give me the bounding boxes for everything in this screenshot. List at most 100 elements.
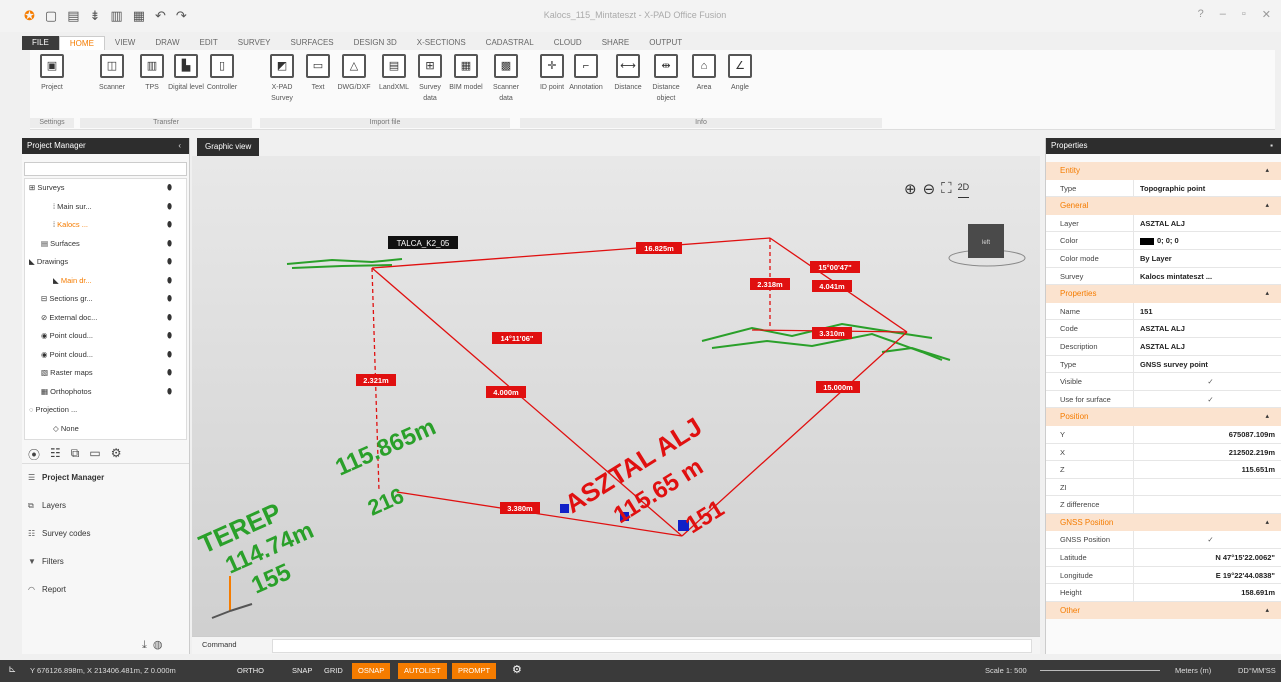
tree-item[interactable]: ⁞ Main sur... ⬮: [25, 198, 186, 217]
toggle-snap[interactable]: SNAP: [286, 663, 318, 679]
help-button[interactable]: ?: [1198, 8, 1204, 21]
tab-graphic-view[interactable]: Graphic view: [197, 138, 260, 156]
toggle-autolist[interactable]: AUTOLIST: [398, 663, 447, 679]
command-input[interactable]: [272, 639, 1032, 653]
property-value[interactable]: GNSS survey point: [1134, 356, 1281, 373]
landxml-button[interactable]: ▤ LandXML: [376, 54, 412, 92]
scanner-data-button[interactable]: ▩ Scanner data: [488, 54, 524, 103]
digital-level-button[interactable]: ▙ Digital level: [168, 54, 204, 92]
annotation-button[interactable]: ⌐ Annotation: [568, 54, 604, 92]
property-value[interactable]: 115.651m: [1134, 461, 1281, 478]
zoom-extents-icon[interactable]: ⛶: [941, 180, 952, 198]
panel-nav-project-manager[interactable]: ☰ Project Manager: [22, 464, 189, 492]
property-value[interactable]: 212502.219m: [1134, 444, 1281, 461]
minimize-button[interactable]: –: [1220, 8, 1226, 21]
list-icon[interactable]: ☷: [50, 446, 61, 460]
tab-cadastral[interactable]: CADASTRAL: [476, 36, 544, 50]
chat-icon[interactable]: ▭: [89, 446, 100, 460]
tab-surfaces[interactable]: SURFACES: [281, 36, 344, 50]
pin-icon[interactable]: ⬮: [167, 327, 172, 346]
tab-home[interactable]: HOME: [58, 36, 105, 50]
property-value[interactable]: 675087.109m: [1134, 426, 1281, 443]
layout-icon[interactable]: ▦: [133, 8, 145, 24]
text-button[interactable]: ▭ Text: [300, 54, 336, 92]
toggle-grid[interactable]: GRID: [318, 663, 349, 679]
copy-icon[interactable]: ⧉: [71, 446, 80, 460]
close-button[interactable]: ✕: [1262, 8, 1271, 21]
property-section-header[interactable]: Properties: [1046, 285, 1281, 303]
scale-slider[interactable]: [1040, 670, 1160, 671]
view-2d-button[interactable]: 2D: [957, 180, 970, 198]
toggle-osnap[interactable]: OSNAP: [352, 663, 391, 679]
property-value[interactable]: E 19°22'44.0838": [1134, 567, 1281, 584]
property-section-header[interactable]: Entity: [1046, 162, 1281, 180]
tab-cloud[interactable]: CLOUD: [544, 36, 592, 50]
tree-item[interactable]: ◇ None: [25, 420, 186, 439]
property-section-header[interactable]: Other: [1046, 601, 1281, 620]
tree-item[interactable]: ◌ Projection ...: [25, 401, 186, 420]
controller-button[interactable]: ▯ Controller: [204, 54, 240, 92]
record-icon[interactable]: ⦿: [28, 446, 40, 462]
pin-icon[interactable]: ⬮: [167, 235, 172, 254]
pin-icon[interactable]: ⬮: [167, 346, 172, 365]
distance-object-button[interactable]: ⇹ Distance object: [648, 54, 684, 103]
drawing-canvas[interactable]: TALCA_K2_05 16.825m 15°00'47" 2.318m 4.0…: [192, 156, 1040, 636]
distance-button[interactable]: ⟷ Distance: [610, 54, 646, 92]
property-value[interactable]: 158.691m: [1134, 584, 1281, 601]
angle-button[interactable]: ∠ Angle: [722, 54, 758, 92]
tps-button[interactable]: ▥ TPS: [134, 54, 170, 92]
panel-nav-filters[interactable]: ▼ Filters: [22, 548, 189, 576]
property-value[interactable]: ASZTAL ALJ: [1134, 338, 1281, 355]
tab-x-sections[interactable]: X-SECTIONS: [407, 36, 476, 50]
import-icon[interactable]: ⇟: [90, 8, 101, 24]
maximize-button[interactable]: ▫: [1242, 8, 1246, 21]
tree-item[interactable]: ◉ Point cloud... ⬮: [25, 346, 186, 365]
panel-nav-survey-codes[interactable]: ☷ Survey codes: [22, 520, 189, 548]
pin-icon[interactable]: ⬮: [167, 290, 172, 309]
settings-dropdown-icon[interactable]: ⚙: [111, 446, 122, 460]
status-settings-icon[interactable]: ⚙: [512, 663, 522, 676]
tree-item[interactable]: ▦ Orthophotos ⬮: [25, 383, 186, 402]
property-checkbox[interactable]: ✓: [1134, 373, 1281, 390]
pin-icon[interactable]: ⬮: [167, 309, 172, 328]
property-value[interactable]: N 47°15'22.0062": [1134, 549, 1281, 566]
property-value[interactable]: [1134, 479, 1281, 496]
pin-icon[interactable]: ⬮: [167, 179, 172, 198]
property-value[interactable]: ASZTAL ALJ: [1134, 215, 1281, 232]
tree-item[interactable]: ◉ Point cloud... ⬮: [25, 327, 186, 346]
survey-data-button[interactable]: ⊞ Survey data: [412, 54, 448, 103]
property-value[interactable]: 151: [1134, 303, 1281, 320]
scanner-button[interactable]: ◫ Scanner: [94, 54, 130, 92]
tree-item[interactable]: ⁞ Kalocs ... ⬮: [25, 216, 186, 235]
globe-icon[interactable]: ◍: [153, 639, 169, 651]
tree-item[interactable]: ◣ Main dr... ⬮: [25, 272, 186, 291]
area-button[interactable]: ⌂ Area: [686, 54, 722, 92]
project-search-input[interactable]: [24, 162, 187, 176]
x-pad-survey-button[interactable]: ◩ X-PAD Survey: [264, 54, 300, 103]
pin-icon[interactable]: ⬮: [167, 383, 172, 402]
scale-readout[interactable]: Scale 1: 500: [985, 666, 1027, 675]
view-cube[interactable]: left: [948, 224, 1026, 267]
tab-view[interactable]: VIEW: [105, 36, 145, 50]
panel-nav-layers[interactable]: ⧉ Layers: [22, 492, 189, 520]
tree-item[interactable]: ⊟ Sections gr... ⬮: [25, 290, 186, 309]
redo-icon[interactable]: ↷: [176, 8, 187, 24]
tree-item[interactable]: ▧ Raster maps ⬮: [25, 364, 186, 383]
property-value[interactable]: By Layer: [1134, 250, 1281, 267]
tab-output[interactable]: OUTPUT: [639, 36, 692, 50]
undo-icon[interactable]: ↶: [155, 8, 166, 24]
property-value[interactable]: [1134, 496, 1281, 513]
id-point-button[interactable]: ✛ ID point: [534, 54, 570, 92]
property-section-header[interactable]: GNSS Position: [1046, 513, 1281, 532]
tab-share[interactable]: SHARE: [592, 36, 640, 50]
pin-icon[interactable]: ⬮: [167, 216, 172, 235]
print-icon[interactable]: ▥: [110, 8, 122, 24]
pin-icon[interactable]: ⬮: [167, 253, 172, 272]
download-icon[interactable]: ⤓: [142, 639, 153, 651]
tab-draw[interactable]: DRAW: [145, 36, 189, 50]
zoom-in-icon[interactable]: ⊕: [904, 180, 917, 198]
tab-edit[interactable]: EDIT: [190, 36, 228, 50]
collapse-panel-icon[interactable]: ‹: [178, 138, 181, 154]
save-icon[interactable]: ▤: [67, 8, 79, 24]
dwg-dxf-button[interactable]: △ DWG/DXF: [336, 54, 372, 92]
